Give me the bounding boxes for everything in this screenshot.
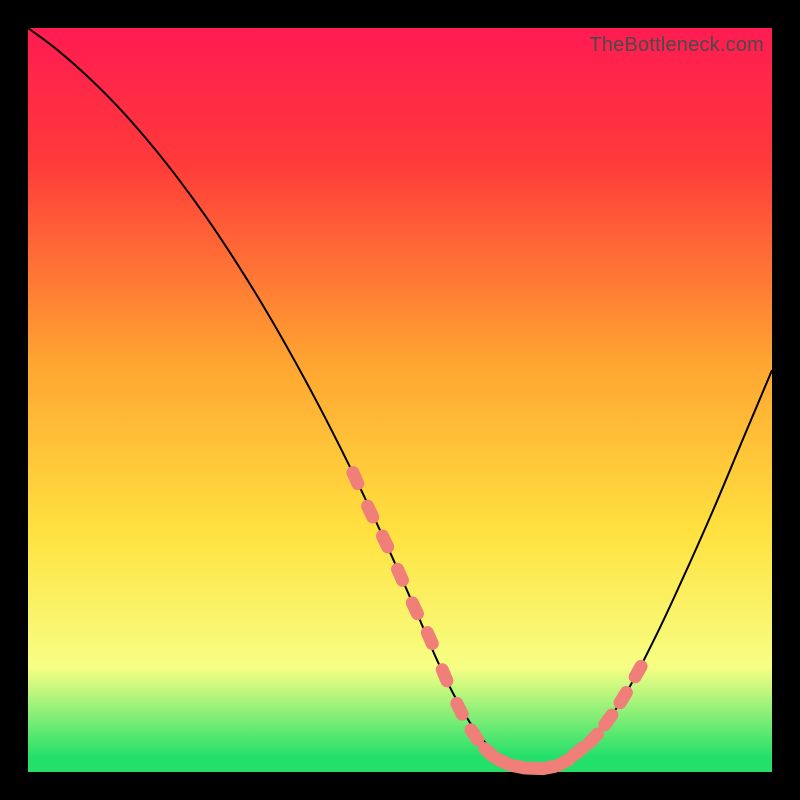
curve-path: [28, 28, 772, 769]
curve-marker: [612, 684, 635, 711]
curve-markers: [345, 465, 649, 776]
curve-marker: [449, 695, 470, 722]
curve-marker: [360, 498, 381, 525]
plot-area: TheBottleneck.com: [28, 28, 772, 772]
curve-marker: [627, 658, 649, 685]
curve-marker: [434, 662, 454, 689]
curve-marker: [404, 595, 425, 622]
curve-marker: [345, 465, 366, 492]
curve-marker: [390, 561, 411, 588]
chart-svg: [28, 28, 772, 772]
bottleneck-curve: [28, 28, 772, 769]
curve-marker: [375, 528, 396, 555]
curve-marker: [419, 625, 440, 652]
